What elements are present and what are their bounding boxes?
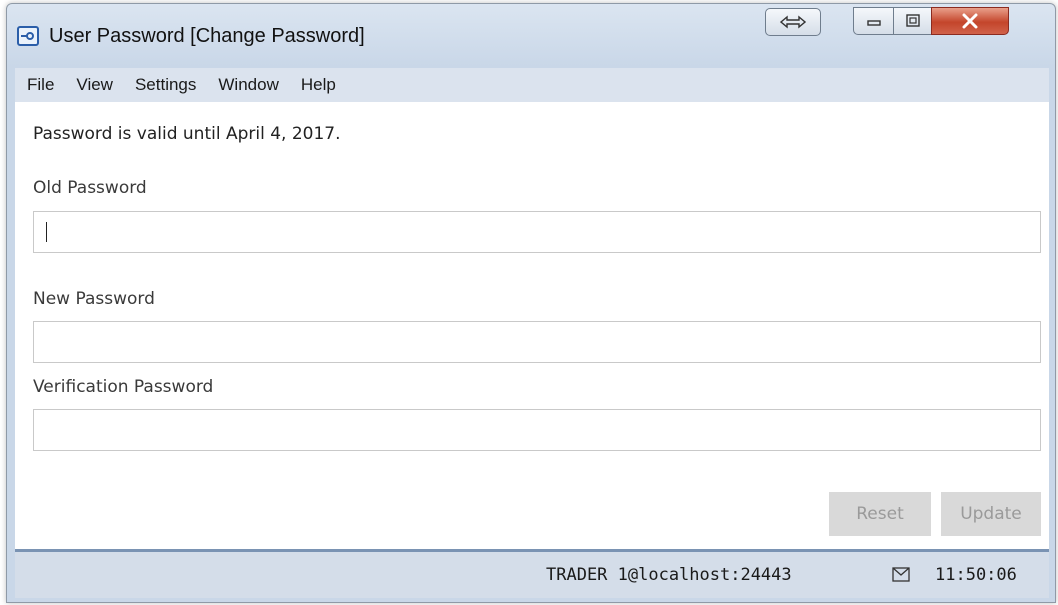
minimize-icon	[866, 20, 881, 26]
maximize-button[interactable]	[893, 7, 931, 35]
status-bar: TRADER 1@localhost:24443 11:50:06	[15, 552, 1049, 598]
app-window: User Password [Change Password] File Vie…	[6, 3, 1056, 603]
resize-icon	[780, 15, 806, 29]
menu-view[interactable]: View	[76, 75, 113, 95]
connection-status: TRADER 1@localhost:24443	[546, 565, 792, 585]
clock-time: 11:50:06	[935, 565, 1017, 585]
new-password-field[interactable]	[33, 321, 1041, 363]
menu-help[interactable]: Help	[301, 75, 336, 95]
menu-window[interactable]: Window	[218, 75, 278, 95]
envelope-icon[interactable]	[892, 567, 910, 587]
menu-settings[interactable]: Settings	[135, 75, 196, 95]
close-icon	[962, 13, 978, 29]
reset-button[interactable]: Reset	[829, 492, 931, 536]
menu-file[interactable]: File	[27, 75, 54, 95]
close-button[interactable]	[931, 7, 1009, 35]
change-password-form: Password is valid until April 4, 2017. O…	[15, 102, 1049, 549]
update-button[interactable]: Update	[941, 492, 1041, 536]
new-password-label: New Password	[33, 289, 155, 309]
resize-button[interactable]	[765, 8, 821, 36]
window-title: User Password [Change Password]	[49, 25, 365, 47]
verification-password-label: Verification Password	[33, 377, 214, 397]
key-icon	[17, 26, 39, 46]
text-caret	[46, 222, 47, 242]
verification-password-field[interactable]	[33, 409, 1041, 451]
old-password-field[interactable]	[33, 211, 1041, 253]
minimize-button[interactable]	[853, 7, 893, 35]
title-bar[interactable]: User Password [Change Password]	[7, 4, 1055, 66]
maximize-icon	[905, 14, 920, 27]
menu-bar: File View Settings Window Help	[15, 68, 1049, 102]
old-password-label: Old Password	[33, 178, 147, 198]
password-validity-message: Password is valid until April 4, 2017.	[33, 124, 341, 144]
